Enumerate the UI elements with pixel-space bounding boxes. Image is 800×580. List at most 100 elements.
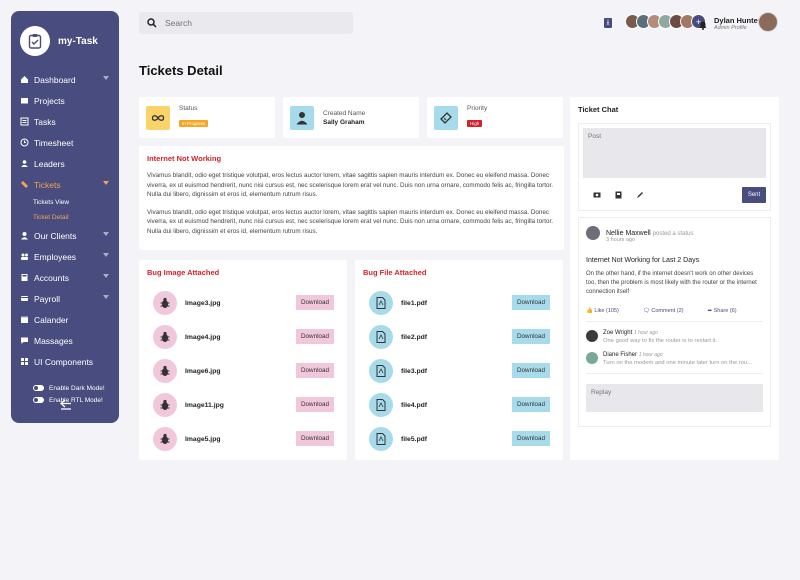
download-button[interactable]: Download — [296, 431, 334, 446]
sidebar-item-projects[interactable]: Projects — [11, 90, 119, 111]
sidebar-item-tickets[interactable]: Tickets — [11, 174, 119, 195]
sidebar-item-label: Payroll — [34, 293, 60, 304]
list-item: Image4.jpg Download — [147, 320, 339, 354]
sidebar-item-label: UI Components — [34, 356, 94, 367]
avatar[interactable] — [586, 352, 598, 364]
sidebar-item-label: Projects — [34, 95, 65, 106]
sidebar-item-our-clients[interactable]: Our Clients — [11, 225, 119, 246]
sidebar-subitem-ticket-detail[interactable]: Ticket Detail — [11, 210, 119, 225]
share-button[interactable]: ➦ Share (6) — [707, 308, 748, 314]
file-name: file2.pdf — [401, 333, 428, 341]
team-icon — [20, 252, 29, 261]
pen-icon[interactable] — [636, 191, 644, 199]
user-name[interactable]: Dylan Hunter — [714, 16, 761, 25]
description-paragraph: Vivamus blandit, odio eget tristique vol… — [147, 208, 553, 235]
user-avatar[interactable] — [758, 12, 778, 32]
search-bar[interactable] — [139, 12, 353, 34]
users-icon — [20, 159, 29, 168]
toggle-switch[interactable] — [33, 397, 44, 403]
post-title: Internet Not Working for Last 2 Days — [586, 257, 700, 264]
comment-text: One good way to fix the router is to res… — [603, 338, 718, 344]
sidebar-item-timesheet[interactable]: Timesheet — [11, 132, 119, 153]
bug-images-card: Bug Image Attached Image3.jpg Download I… — [139, 260, 347, 460]
comment-button[interactable]: 🗨 Comment (2) — [643, 308, 696, 314]
sidebar-item-label: Leaders — [34, 158, 65, 169]
sent-button[interactable]: Sent — [742, 187, 766, 203]
avatar[interactable] — [586, 226, 600, 240]
ticket-description: Internet Not Working Vivamus blandit, od… — [139, 146, 564, 250]
location-icon[interactable] — [615, 191, 622, 199]
download-button[interactable]: Download — [296, 295, 334, 310]
folder-icon — [20, 96, 29, 105]
sidebar-item-label: Accounts — [34, 272, 69, 283]
pdf-file-icon — [369, 393, 393, 417]
sidebar-item-ui-components[interactable]: UI Components — [11, 351, 119, 372]
post-tools — [593, 191, 658, 199]
sidebar-item-label: Our Clients — [34, 230, 77, 241]
bug-files-card: Bug File Attached file1.pdf Download fil… — [355, 260, 563, 460]
post-author: Nellie Maxwell posted a status — [606, 229, 694, 237]
arrow-left-icon — [60, 399, 71, 410]
sidebar-item-employees[interactable]: Employees — [11, 246, 119, 267]
sidebar-item-label: Dashboard — [34, 74, 76, 85]
download-button[interactable]: Download — [512, 397, 550, 412]
post-time: 3 hours ago — [606, 237, 636, 243]
chat-title: Ticket Chat — [578, 105, 619, 114]
sidebar-item-dashboard[interactable]: Dashboard — [11, 69, 119, 90]
post-input[interactable] — [583, 128, 766, 178]
list-item: file4.pdf Download — [363, 388, 555, 422]
search-icon — [139, 18, 165, 28]
chevron-down-icon — [103, 232, 109, 236]
logo-row[interactable]: my-Task — [11, 11, 119, 61]
download-button[interactable]: Download — [296, 329, 334, 344]
pdf-file-icon — [369, 325, 393, 349]
clock-icon — [20, 138, 29, 147]
sidebar-item-leaders[interactable]: Leaders — [11, 153, 119, 174]
sidebar-item-accounts[interactable]: Accounts — [11, 267, 119, 288]
download-button[interactable]: Download — [512, 329, 550, 344]
download-button[interactable]: Download — [512, 431, 550, 446]
download-button[interactable]: Download — [296, 397, 334, 412]
file-name: file5.pdf — [401, 435, 428, 443]
puzzle-icon — [20, 357, 29, 366]
priority-label: Priority — [467, 105, 488, 112]
comment-author: Zoe Wright 1 hour ago — [603, 330, 658, 336]
sidebar: my-Task Dashboard Projects Tasks Timeshe… — [11, 11, 119, 423]
comment-text: Turn on the modem and one minute later t… — [603, 360, 752, 366]
file-name: file4.pdf — [401, 401, 428, 409]
download-button[interactable]: Download — [296, 363, 334, 378]
toggle-switch[interactable] — [33, 385, 44, 391]
info-icon[interactable]: i — [604, 18, 612, 28]
divider — [586, 321, 763, 322]
replay-input[interactable] — [586, 384, 763, 412]
file-name: Image11.jpg — [185, 401, 224, 409]
file-name: Image5.jpg — [185, 435, 221, 443]
list-item: Image6.jpg Download — [147, 354, 339, 388]
chevron-down-icon — [103, 295, 109, 299]
avatar[interactable] — [586, 330, 598, 342]
sidebar-item-tasks[interactable]: Tasks — [11, 111, 119, 132]
team-avatars[interactable]: + — [625, 14, 706, 30]
sidebar-item-massages[interactable]: Massages — [11, 330, 119, 351]
list-item: Diane Fisher 1 hour ago Turn on the mode… — [586, 352, 763, 366]
home-icon — [20, 75, 29, 84]
search-input[interactable] — [165, 18, 335, 28]
camera-icon[interactable] — [593, 191, 601, 199]
bell-icon[interactable] — [699, 17, 707, 35]
pdf-file-icon — [369, 359, 393, 383]
download-button[interactable]: Download — [512, 295, 550, 310]
file-name: file1.pdf — [401, 299, 428, 307]
dark-mode-toggle[interactable]: Enable Dark Mode! — [11, 382, 119, 394]
like-button[interactable]: 👍 Like (105) — [586, 308, 631, 314]
collapse-sidebar-button[interactable] — [58, 397, 74, 411]
calendar-icon — [20, 315, 29, 324]
sidebar-item-calander[interactable]: Calander — [11, 309, 119, 330]
download-button[interactable]: Download — [512, 363, 550, 378]
chevron-down-icon — [103, 253, 109, 257]
ticket-icon — [434, 105, 458, 130]
sidebar-subitem-tickets-view[interactable]: Tickets View — [11, 195, 119, 210]
file-name: file3.pdf — [401, 367, 428, 375]
sidebar-item-payroll[interactable]: Payroll — [11, 288, 119, 309]
status-label: Status — [179, 105, 198, 112]
file-name: Image4.jpg — [185, 333, 221, 341]
